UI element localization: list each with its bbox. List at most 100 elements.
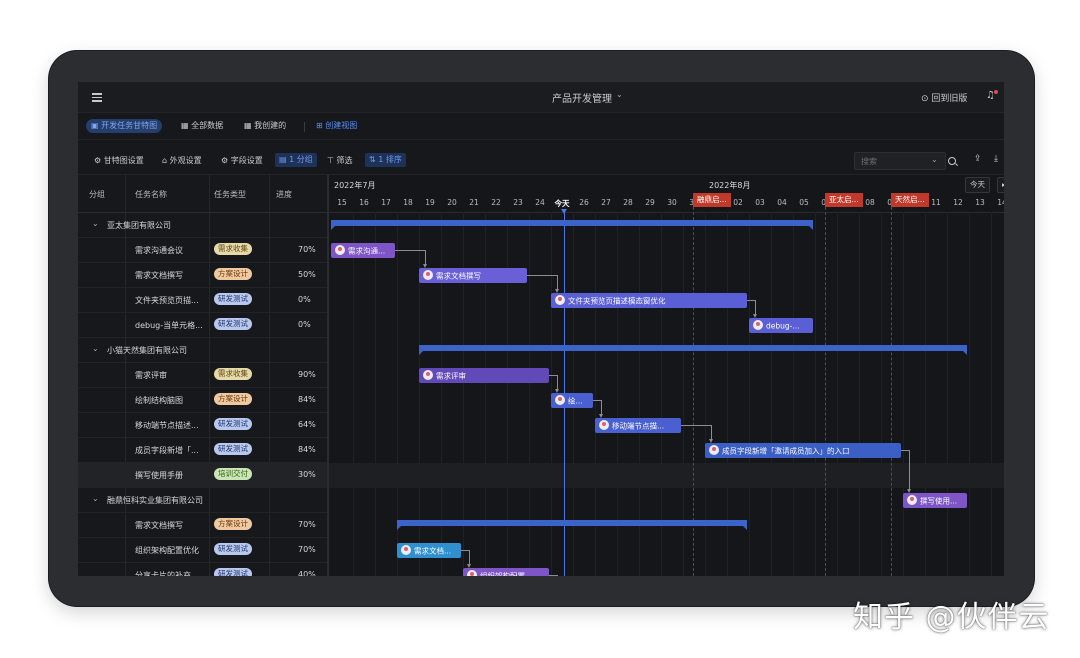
task-bar[interactable]: 组织架构配置... <box>463 568 549 576</box>
group-button[interactable]: ▤ 1 分组 <box>275 153 317 167</box>
column-header-progress[interactable]: 进度 <box>276 189 292 200</box>
task-bar-label: 文件夹预览页描述模态窗优化 <box>568 296 666 306</box>
task-bar-label: 需求评审 <box>436 371 466 381</box>
gridline <box>969 212 970 576</box>
task-bar[interactable]: debug-... <box>749 318 813 333</box>
chevron-down-icon[interactable]: ⌄ <box>616 90 623 99</box>
avatar <box>599 420 609 430</box>
avatar <box>555 295 565 305</box>
dependency-arrow <box>907 489 911 493</box>
chevron-down-icon[interactable]: ⌄ <box>92 494 99 503</box>
column-header-group[interactable]: 分组 <box>89 189 105 200</box>
table-row[interactable]: 绘制结构脑图 方案设计 84% <box>78 387 327 413</box>
avatar <box>423 370 433 380</box>
avatar <box>709 445 719 455</box>
table-row[interactable]: 分享卡片的补充... 研发测试 40% <box>78 562 327 576</box>
chevron-down-icon[interactable]: ⌄ <box>92 344 99 353</box>
dependency-connector <box>549 575 558 576</box>
sort-button[interactable]: ⇅ 1 排序 <box>365 153 406 167</box>
task-name: 绘制结构脑图 <box>135 396 183 405</box>
group-summary-bar[interactable] <box>397 520 747 530</box>
milestone-line <box>891 207 892 576</box>
table-row[interactable]: 需求文档撰写 方案设计 70% <box>78 512 327 538</box>
app-title[interactable]: 产品开发管理 <box>552 90 612 105</box>
milestone-flag[interactable]: 融鼎启... <box>693 193 731 207</box>
day-label: 30 <box>667 198 677 207</box>
table-row[interactable]: 文件夹预览页描... 研发测试 0% <box>78 287 327 313</box>
divider <box>304 122 305 132</box>
table-row[interactable]: 移动端节点描述... 研发测试 64% <box>78 412 327 438</box>
search-placeholder: 搜索 <box>861 157 877 166</box>
gridline <box>947 212 948 576</box>
task-progress: 70% <box>298 545 316 554</box>
column-header-name[interactable]: 任务名称 <box>135 189 167 200</box>
filter-button[interactable]: ⊤ 筛选 <box>327 154 353 168</box>
milestone-flag[interactable]: 亚太启... <box>825 193 863 207</box>
today-button[interactable]: 今天 <box>965 177 990 193</box>
task-name: 移动端节点描述... <box>135 421 199 430</box>
chevron-down-icon[interactable]: ⌄ <box>92 219 99 228</box>
task-bar-label: 需求文档... <box>414 546 452 556</box>
group-summary-bar[interactable] <box>331 220 813 230</box>
table-header: 分组 任务名称 任务类型 进度 <box>78 175 327 213</box>
task-bar[interactable]: 需求文档... <box>397 543 461 558</box>
create-view-button[interactable]: ⊞ 创建视图 <box>311 119 362 133</box>
menu-icon[interactable] <box>92 93 102 102</box>
table-row[interactable]: debug-当单元格... 研发测试 0% <box>78 312 327 338</box>
tab-my-created[interactable]: ▦ 我创建的 <box>239 119 291 133</box>
back-to-old-version-link[interactable]: ⊙ 回到旧版 <box>921 91 967 104</box>
task-type-tag: 需求收集 <box>214 368 252 380</box>
tab-dev-gantt[interactable]: ▣ 开发任务甘特图 <box>86 119 163 133</box>
day-label: 23 <box>513 198 523 207</box>
table-row[interactable]: 撰写使用手册 培训交付 30% <box>78 462 327 488</box>
task-bar[interactable]: 成员字段新增「邀请成员加入」的入口 <box>705 443 901 458</box>
group-summary-bar[interactable] <box>419 345 967 355</box>
today-marker-label: 今天 <box>554 199 570 208</box>
table-row[interactable]: 需求评审 需求收集 90% <box>78 362 327 388</box>
task-type-tag: 方案设计 <box>214 393 252 405</box>
gantt-settings-button[interactable]: ⚙ 甘特图设置 <box>94 154 144 168</box>
group-row[interactable]: ⌄ 亚太集团有限公司 <box>78 212 327 238</box>
gridline <box>771 212 772 576</box>
gridline <box>793 212 794 576</box>
table-row[interactable]: 需求文档撰写 方案设计 50% <box>78 262 327 288</box>
column-header-type[interactable]: 任务类型 <box>214 189 246 200</box>
tab-all-data[interactable]: ▦ 全部数据 <box>176 119 228 133</box>
app-screen: 产品开发管理 ⌄ ⊙ 回到旧版 ♫ ▣ 开发任务甘特图 ▦ 全部数据 ▦ 我创建… <box>78 82 1004 576</box>
avatar <box>401 545 411 555</box>
task-progress: 64% <box>298 420 316 429</box>
task-bar[interactable]: 撰写使用... <box>903 493 967 508</box>
group-name: 亚太集团有限公司 <box>107 221 171 230</box>
appearance-settings-button[interactable]: ⌂ 外观设置 <box>162 154 202 168</box>
day-label: 20 <box>447 198 457 207</box>
chevron-down-icon[interactable]: ⌄ <box>931 155 938 164</box>
download-icon[interactable]: ⤓ <box>994 154 998 164</box>
share-icon[interactable]: ⇪ <box>974 154 982 164</box>
table-row[interactable]: 需求沟通会议 需求收集 70% <box>78 237 327 263</box>
task-bar[interactable]: 移动端节点描... <box>595 418 681 433</box>
day-label: 16 <box>359 198 369 207</box>
task-bar[interactable]: 绘... <box>551 393 593 408</box>
avatar <box>907 495 917 505</box>
group-name: 融鼎恒科实业集团有限公司 <box>107 496 203 505</box>
dependency-arrow <box>709 439 713 443</box>
search-input[interactable]: 搜索 ⌄ <box>854 152 946 170</box>
task-bar[interactable]: 需求评审 <box>419 368 549 383</box>
task-bar[interactable]: 文件夹预览页描述模态窗优化 <box>551 293 747 308</box>
task-type-tag: 方案设计 <box>214 518 252 530</box>
field-settings-button[interactable]: ⚙ 字段设置 <box>221 154 263 168</box>
task-bar[interactable]: 需求沟通... <box>331 243 395 258</box>
group-row[interactable]: ⌄ 小猫天然集团有限公司 <box>78 337 327 363</box>
task-bar[interactable]: 需求文档撰写 <box>419 268 527 283</box>
search-icon[interactable] <box>948 157 956 165</box>
task-name: 需求文档撰写 <box>135 271 183 280</box>
day-label: 29 <box>645 198 655 207</box>
table-row[interactable]: 组织架构配置优化 研发测试 70% <box>78 537 327 563</box>
table-row[interactable]: 成员字段新增「... 研发测试 84% <box>78 437 327 463</box>
gridline <box>815 212 816 576</box>
milestone-flag[interactable]: 天然启... <box>891 193 929 207</box>
next-button[interactable]: ▸ <box>997 177 1004 193</box>
task-name: 分享卡片的补充... <box>135 571 199 576</box>
month-label: 2022年8月 <box>709 181 751 190</box>
group-row[interactable]: ⌄ 融鼎恒科实业集团有限公司 <box>78 487 327 513</box>
